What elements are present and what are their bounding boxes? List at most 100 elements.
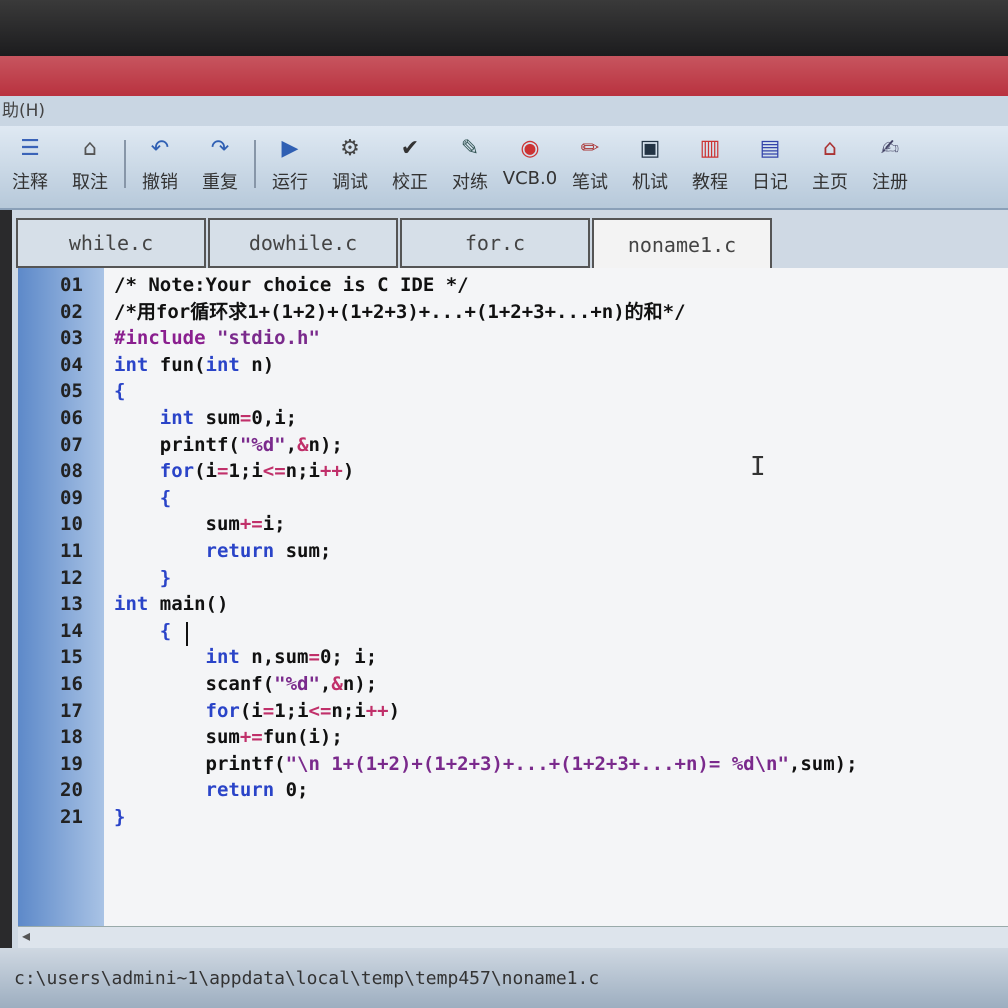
redo-icon: ↷ <box>210 136 230 161</box>
code-line[interactable]: /* Note:Your choice is C IDE */ <box>114 272 469 298</box>
menu-bar: 助(H) <box>0 96 1008 126</box>
line-number: 04 <box>60 353 83 376</box>
code-line[interactable]: sum+=fun(i); <box>114 724 343 750</box>
toolbar-button-undo[interactable]: ↶ 撤销 <box>130 134 190 194</box>
menu-help[interactable]: 助(H) <box>0 101 45 121</box>
toolbar-button-check[interactable]: ✔ 校正 <box>380 134 440 194</box>
toolbar-button-machine-test[interactable]: ▣ 机试 <box>620 134 680 194</box>
toolbar-button-label: 对练 <box>452 172 488 193</box>
text-caret <box>186 622 188 646</box>
uncomment-icon: ⌂ <box>83 136 97 161</box>
check-icon: ✔ <box>400 136 420 161</box>
code-line[interactable]: scanf("%d",&n); <box>114 671 378 697</box>
toolbar-separator <box>254 140 256 188</box>
toolbar-button-tutorial[interactable]: ▥ 教程 <box>680 134 740 194</box>
code-line[interactable]: } <box>114 804 125 830</box>
mouse-ibeam-cursor-icon: I <box>750 452 766 482</box>
toolbar-button-label: 机试 <box>632 172 668 193</box>
toolbar-button-label: 笔试 <box>572 172 608 193</box>
line-number: 14 <box>60 619 83 642</box>
code-line[interactable]: return 0; <box>114 777 309 803</box>
line-number: 01 <box>60 274 83 296</box>
line-number: 02 <box>60 300 83 323</box>
scroll-left-arrow-icon[interactable]: ◂ <box>22 926 30 945</box>
file-path-status: c:\users\admini~1\appdata\local\temp\tem… <box>14 968 600 989</box>
toolbar-button-label: 主页 <box>812 172 848 193</box>
code-line[interactable]: printf("%d",&n); <box>114 432 343 458</box>
diary-icon: ▤ <box>759 136 781 161</box>
toolbar-button-uncomment[interactable]: ⌂ 取注 <box>60 134 120 194</box>
pen-test-icon: ✏ <box>580 136 600 161</box>
line-number: 08 <box>60 460 83 483</box>
toolbar-button-vcb[interactable]: ◉ VCB.0 <box>500 134 560 189</box>
line-number: 18 <box>60 726 83 749</box>
code-line[interactable]: return sum; <box>114 538 332 564</box>
line-number: 11 <box>60 540 83 562</box>
toolbar-button-label: 取注 <box>72 172 108 193</box>
toolbar-button-run[interactable]: ▶ 运行 <box>260 134 320 194</box>
toolbar-button-label: 校正 <box>392 172 428 193</box>
toolbar-button-comment[interactable]: ☰ 注释 <box>0 134 60 194</box>
code-line[interactable]: { <box>114 618 171 644</box>
register-icon: ✍ <box>880 136 900 161</box>
toolbar-button-label: 调试 <box>332 172 368 193</box>
tutorial-icon: ▥ <box>699 136 721 161</box>
line-number: 10 <box>60 513 83 536</box>
line-number: 17 <box>60 699 83 722</box>
code-line[interactable]: sum+=i; <box>114 511 286 537</box>
line-number: 09 <box>60 486 83 509</box>
code-line[interactable]: int fun(int n) <box>114 352 274 378</box>
line-number: 15 <box>60 646 83 669</box>
line-number: 06 <box>60 407 83 429</box>
line-number: 21 <box>60 806 83 828</box>
toolbar-button-label: 注册 <box>872 172 908 193</box>
toolbar: ☰ 注释 ⌂ 取注 ↶ 撤销 ↷ 重复 ▶ 运行 ⚙ 调试 ✔ 校正 ✎ 对练 ◉ VCB.0 ✏ 笔试 ▣ 机试 ▥ 教程 ▤… <box>0 126 1008 210</box>
tab-while-c[interactable]: while.c <box>16 218 206 268</box>
toolbar-button-label: 教程 <box>692 172 728 193</box>
home-icon: ⌂ <box>823 136 837 161</box>
debug-icon: ⚙ <box>340 136 360 161</box>
code-line[interactable]: for(i=1;i<=n;i++) <box>114 698 401 724</box>
toolbar-button-redo[interactable]: ↷ 重复 <box>190 134 250 194</box>
toolbar-button-home[interactable]: ⌂ 主页 <box>800 134 860 194</box>
line-number: 16 <box>60 673 83 695</box>
tab-noname1-c[interactable]: noname1.c <box>592 218 772 270</box>
toolbar-button-register[interactable]: ✍ 注册 <box>860 134 920 194</box>
toolbar-button-debug[interactable]: ⚙ 调试 <box>320 134 380 194</box>
practice-icon: ✎ <box>460 136 480 161</box>
line-number: 19 <box>60 752 83 775</box>
code-line[interactable]: for(i=1;i<=n;i++) <box>114 458 355 484</box>
toolbar-button-diary[interactable]: ▤ 日记 <box>740 134 800 194</box>
line-number: 05 <box>60 380 83 403</box>
undo-icon: ↶ <box>150 136 170 161</box>
code-line[interactable]: } <box>114 565 171 591</box>
file-tabs: while.c dowhile.c for.c noname1.c <box>16 218 774 270</box>
horizontal-scrollbar[interactable] <box>18 926 1008 949</box>
tab-for-c[interactable]: for.c <box>400 218 590 268</box>
toolbar-button-label: 注释 <box>12 172 48 193</box>
code-line[interactable]: /*用for循环求1+(1+2)+(1+2+3)+...+(1+2+3+...+… <box>114 299 686 325</box>
line-number: 13 <box>60 593 83 616</box>
line-number: 12 <box>60 566 83 589</box>
code-line[interactable]: int n,sum=0; i; <box>114 644 378 670</box>
code-line[interactable]: { <box>114 378 125 404</box>
toolbar-button-label: 运行 <box>272 172 308 193</box>
machine-test-icon: ▣ <box>639 136 661 161</box>
toolbar-separator <box>124 140 126 188</box>
comment-icon: ☰ <box>20 136 40 161</box>
tab-dowhile-c[interactable]: dowhile.c <box>208 218 398 268</box>
code-line[interactable]: int main() <box>114 591 228 617</box>
line-number: 03 <box>60 327 83 350</box>
code-line[interactable]: int sum=0,i; <box>114 405 297 431</box>
toolbar-button-label: VCB.0 <box>502 168 558 189</box>
toolbar-button-label: 日记 <box>752 172 788 193</box>
toolbar-button-label: 撤销 <box>142 172 178 193</box>
line-number: 07 <box>60 433 83 456</box>
toolbar-button-pen-test[interactable]: ✏ 笔试 <box>560 134 620 194</box>
code-line[interactable]: printf("\n 1+(1+2)+(1+2+3)+...+(1+2+3+..… <box>114 751 858 777</box>
code-line[interactable]: { <box>114 485 171 511</box>
line-number: 20 <box>60 779 83 802</box>
vcb-icon: ◉ <box>520 136 540 161</box>
code-line[interactable]: #include "stdio.h" <box>114 325 320 351</box>
toolbar-button-practice[interactable]: ✎ 对练 <box>440 134 500 194</box>
